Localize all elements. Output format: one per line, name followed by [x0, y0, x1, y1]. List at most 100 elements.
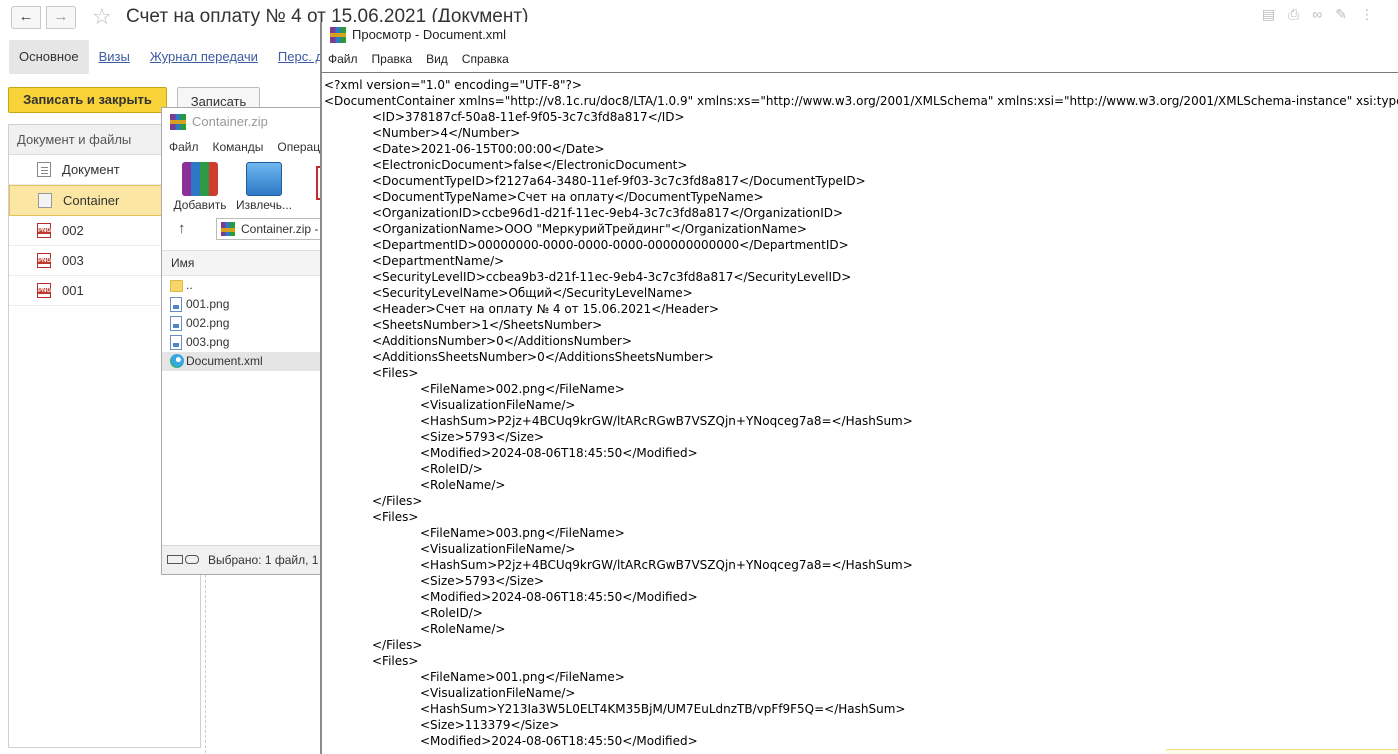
forward-arrow-icon[interactable]: →	[46, 6, 76, 29]
tab-transfer-log[interactable]: Журнал передачи	[140, 40, 268, 74]
extract-label: Извлечь...	[235, 198, 292, 212]
xml-line: <AdditionsSheetsNumber>0</AdditionsSheet…	[372, 350, 714, 364]
xml-line: <SheetsNumber>1</SheetsNumber>	[372, 318, 603, 332]
favorite-star-icon[interactable]: ☆	[92, 4, 112, 30]
extract-button[interactable]: Извлечь...	[234, 162, 294, 212]
xml-line: <VisualizationFileName/>	[420, 686, 576, 700]
xml-line: <Size>113379</Size>	[420, 718, 560, 732]
list-item-001-png[interactable]: 001.png	[162, 295, 325, 314]
add-button[interactable]: Добавить	[170, 162, 230, 212]
xml-line: <FileName>003.png</FileName>	[420, 526, 625, 540]
menu-operations[interactable]: Операц	[277, 136, 320, 158]
png-icon: PNG	[37, 223, 51, 238]
back-arrow-icon[interactable]: ←	[11, 6, 41, 29]
list-item-label: 002.png	[186, 316, 230, 330]
menu-help[interactable]: Справка	[462, 48, 509, 70]
winrar-logo-icon	[221, 222, 235, 236]
xml-line: <DocumentContainer xmlns="http://v8.1c.r…	[324, 94, 1398, 108]
xml-line: <VisualizationFileName/>	[420, 542, 576, 556]
xml-line: <DepartmentID>00000000-0000-0000-0000-00…	[372, 238, 849, 252]
xml-line: <Size>5793</Size>	[420, 574, 545, 588]
viewer-title: Просмотр - Document.xml	[352, 27, 507, 42]
archive-pathbar: ↑ Container.zip -	[162, 214, 325, 244]
up-arrow-icon[interactable]: ↑	[178, 220, 186, 237]
menu-view[interactable]: Вид	[426, 48, 448, 70]
xml-line: <SecurityLevelName>Общий</SecurityLevelN…	[372, 286, 693, 300]
xml-line: <RoleID/>	[420, 462, 483, 476]
file-name: 001	[62, 283, 84, 298]
xml-line: <Date>2021-06-15T00:00:00</Date>	[372, 142, 605, 156]
menu-commands[interactable]: Команды	[213, 136, 264, 158]
menu-file[interactable]: Файл	[169, 136, 199, 158]
archive-toolbar: Добавить Извлечь...	[162, 158, 325, 214]
xml-lines: <?xml version="1.0" encoding="UTF-8"?> <D…	[322, 73, 1398, 749]
add-label: Добавить	[173, 198, 227, 212]
list-item-parent[interactable]: ..	[162, 276, 325, 295]
archive-menu: Файл Команды Операц	[162, 136, 325, 158]
image-file-icon	[170, 335, 182, 350]
list-item-003-png[interactable]: 003.png	[162, 333, 325, 352]
list-item-label: Document.xml	[186, 354, 263, 368]
more-icon[interactable]: ⋮	[1360, 6, 1374, 23]
extract-folder-icon	[246, 162, 282, 196]
xml-viewer-window: Просмотр - Document.xml Файл Правка Вид …	[320, 22, 1398, 754]
xml-line: <DocumentTypeName>Счет на оплату</Docume…	[372, 190, 764, 204]
xml-line: <ElectronicDocument>false</ElectronicDoc…	[372, 158, 688, 172]
tab-main[interactable]: Основное	[9, 40, 89, 74]
file-name: 003	[62, 253, 84, 268]
link-icon[interactable]: ∞	[1312, 6, 1322, 23]
document-icon	[37, 162, 51, 177]
file-name: Container	[63, 193, 120, 208]
archive-statusbar: Выбрано: 1 файл, 1 8	[162, 545, 325, 574]
xml-line: <?xml version="1.0" encoding="UTF-8"?>	[324, 78, 582, 92]
png-icon: PNG	[37, 253, 51, 268]
xml-line: <ID>378187cf-50a8-11ef-9f05-3c7c3fd8a817…	[372, 110, 685, 124]
column-header-name[interactable]: Имя	[162, 250, 325, 276]
winrar-logo-icon	[170, 114, 186, 130]
menu-file[interactable]: Файл	[328, 48, 358, 70]
xml-line: <DocumentTypeID>f2127a64-3480-11ef-9f03-…	[372, 174, 866, 188]
xml-line: <Modified>2024-08-06T18:45:50</Modified>	[420, 590, 698, 604]
status-text: Выбрано: 1 файл, 1 8	[208, 553, 326, 567]
container-icon	[38, 193, 52, 208]
menu-edit[interactable]: Правка	[372, 48, 413, 70]
tab-visas[interactable]: Визы	[89, 40, 140, 74]
xml-line: <FileName>002.png</FileName>	[420, 382, 625, 396]
edit-icon[interactable]: ✎	[1335, 6, 1347, 23]
folder-icon	[170, 280, 183, 292]
xml-line: <Size>5793</Size>	[420, 430, 545, 444]
xml-line: <OrganizationID>ccbe96d1-d21f-11ec-9eb4-…	[372, 206, 844, 220]
xml-line: <RoleName/>	[420, 478, 506, 492]
edge-browser-icon	[170, 354, 184, 368]
xml-line: <SecurityLevelID>ccbea9b3-d21f-11ec-9eb4…	[372, 270, 852, 284]
add-archive-icon	[182, 162, 218, 196]
xml-line: <HashSum>Y213Ia3W5L0ELT4KM35BjM/UM7EuLdn…	[420, 702, 906, 716]
file-name: 002	[62, 223, 84, 238]
path-field[interactable]: Container.zip -	[216, 218, 325, 240]
file-name: Документ	[62, 162, 120, 177]
archive-window: Container.zip Файл Команды Операц Добави…	[161, 107, 326, 575]
list-item-document-xml[interactable]: Document.xml	[162, 352, 325, 371]
drive-key-icon	[167, 555, 199, 564]
xml-line: </Files>	[372, 638, 423, 652]
archive-titlebar[interactable]: Container.zip	[162, 108, 325, 136]
png-icon: PNG	[37, 283, 51, 298]
xml-text-area[interactable]: <?xml version="1.0" encoding="UTF-8"?> <D…	[322, 72, 1398, 754]
xml-line: </Files>	[372, 494, 423, 508]
xml-line: <Files>	[372, 366, 419, 380]
xml-line: <Modified>2024-08-06T18:45:50</Modified>	[420, 734, 698, 748]
winrar-logo-icon	[330, 27, 346, 43]
xml-line: <HashSum>P2jz+4BCUq9krGW/ltARcRGwB7VSZQj…	[420, 414, 913, 428]
save-icon[interactable]: ▤	[1262, 6, 1275, 23]
header-toolbar: ▤ ⎙ ∞ ✎ ⋮	[1262, 6, 1374, 23]
viewer-titlebar[interactable]: Просмотр - Document.xml	[322, 22, 1398, 48]
path-text: Container.zip -	[241, 222, 319, 236]
xml-line: <HashSum>P2jz+4BCUq9krGW/ltARcRGwB7VSZQj…	[420, 558, 913, 572]
save-and-close-button[interactable]: Записать и закрыть	[8, 87, 167, 113]
list-item-002-png[interactable]: 002.png	[162, 314, 325, 333]
list-item-label: 003.png	[186, 335, 230, 349]
corner-decoration	[1166, 749, 1398, 754]
xml-line: <AdditionsNumber>0</AdditionsNumber>	[372, 334, 632, 348]
list-item-label: ..	[186, 278, 193, 292]
print-icon[interactable]: ⎙	[1288, 6, 1299, 23]
